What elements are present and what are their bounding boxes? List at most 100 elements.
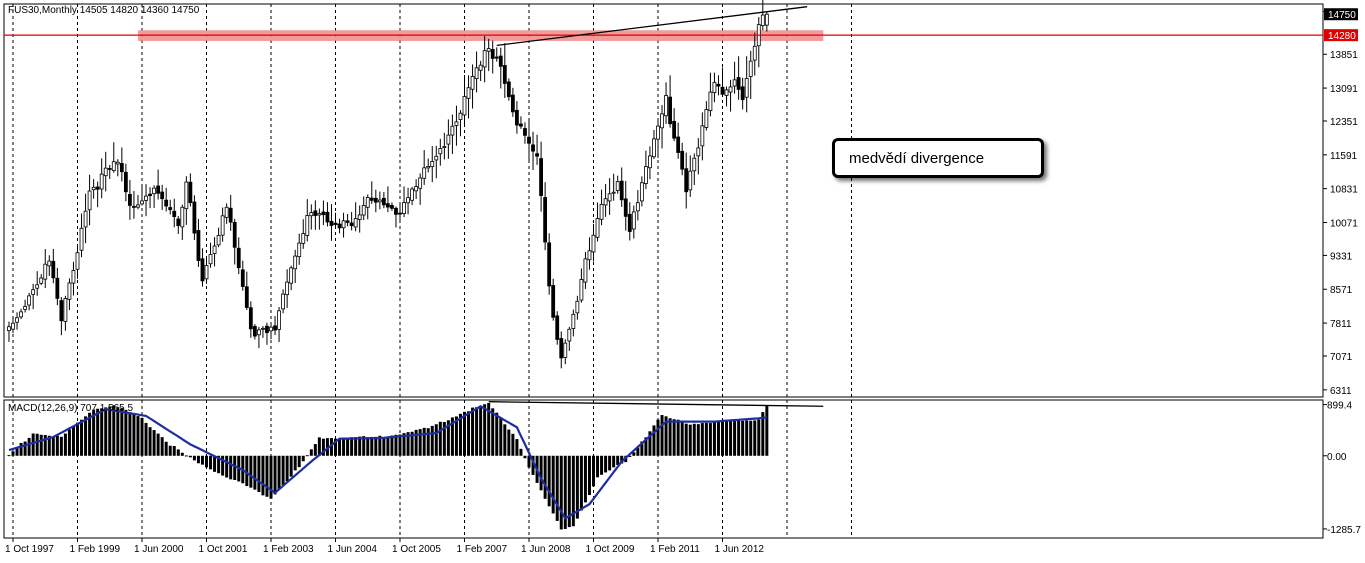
candle-body-bull	[365, 197, 370, 208]
time-label: 1 Jun 2004	[328, 544, 378, 555]
candle-body-bull	[309, 212, 314, 217]
candle-body-bear	[55, 277, 60, 299]
candle-body-bull	[611, 191, 616, 194]
candle-body-bull	[764, 13, 769, 26]
candle-body-bear	[313, 210, 318, 216]
candle-body-bull	[115, 161, 120, 165]
time-label: 1 Oct 2001	[199, 544, 248, 555]
candle-body-bull	[438, 148, 443, 155]
candle-body-bull	[297, 242, 302, 258]
candle-body-bull	[293, 255, 298, 270]
candle-body-bull	[277, 310, 281, 330]
candlesticks	[7, 0, 769, 369]
candle-body-bear	[156, 185, 161, 194]
candle-body-bull	[305, 215, 310, 236]
macd-histogram-bar	[547, 455, 551, 507]
macd-histogram-bar	[495, 412, 499, 456]
candle-body-bear	[337, 223, 342, 229]
macd-histogram-bar	[184, 455, 188, 457]
candle-body-bull	[692, 157, 697, 172]
macd-histogram-bar	[108, 406, 112, 456]
price-axis: 1481113851130911235111591108311007193318…	[1323, 8, 1358, 397]
macd-histogram-bar	[463, 411, 466, 456]
candle-body-bull	[656, 125, 660, 140]
candle-body-bear	[676, 136, 681, 153]
candle-body-bear	[736, 77, 741, 90]
macd-histogram-bar	[116, 407, 120, 456]
macd-histogram-bar	[19, 442, 23, 456]
candle-body-bear	[164, 199, 169, 207]
annotation-text: medvědí divergence	[849, 149, 985, 167]
macd-histogram-bar	[467, 411, 471, 456]
candle-body-bull	[635, 202, 640, 212]
candle-body-bear	[345, 220, 350, 223]
macd-histogram-bar	[96, 408, 100, 456]
candle-body-bear	[398, 212, 402, 215]
macd-histogram-bar	[680, 422, 684, 456]
candle-body-bull	[426, 166, 431, 169]
candle-body-bull	[732, 79, 737, 87]
candle-body-bear	[248, 307, 253, 330]
candle-body-bear	[680, 150, 685, 170]
candle-body-bull	[482, 50, 487, 68]
candle-body-bull	[103, 167, 108, 177]
vertical-gridlines	[12, 4, 852, 538]
candle-body-bull	[402, 202, 406, 215]
time-label: 1 Oct 1997	[5, 544, 54, 555]
macd-histogram-bar	[571, 455, 575, 527]
macd-histogram-bar	[313, 444, 317, 456]
candle-body-bear	[555, 315, 560, 340]
candle-body-bear	[668, 96, 672, 125]
macd-histogram-bar	[346, 438, 350, 456]
macd-histogram-bar	[592, 455, 595, 487]
price-tick-label: 13091	[1330, 84, 1358, 95]
macd-histogram-bar	[305, 455, 309, 457]
candle-body-bear	[59, 300, 64, 322]
macd-histogram-bar	[539, 455, 543, 491]
candle-body-bull	[434, 155, 439, 161]
macd-histogram-bar	[741, 420, 745, 456]
chart-window: 899.40.00-1285.7 14811138511309112351115…	[0, 0, 1365, 558]
candle-body-bull	[136, 204, 140, 208]
macd-histogram-bar	[616, 455, 620, 465]
price-tick-label: 6311	[1330, 386, 1352, 397]
candle-body-bull	[285, 281, 290, 296]
candle-body-bull	[583, 258, 588, 283]
macd-histogram-bar	[600, 455, 604, 475]
candle-body-bull	[204, 265, 209, 280]
candle-body-bull	[410, 188, 414, 201]
macd-histogram-bar	[430, 425, 434, 456]
candle-body-bull	[208, 254, 213, 265]
candle-body-bull	[15, 317, 19, 323]
candle-body-bull	[257, 329, 261, 336]
macd-histogram-bar	[523, 455, 527, 459]
candle-body-bull	[454, 121, 459, 126]
candle-body-bull	[466, 87, 471, 99]
candle-body-bull	[414, 186, 419, 192]
macd-histogram-bar	[338, 438, 342, 456]
macd-histogram-bar	[583, 455, 587, 503]
candle-body-bull	[664, 95, 668, 117]
candle-body-bear	[515, 109, 519, 126]
candle-body-bull	[422, 167, 427, 179]
macd-histogram-bar	[257, 455, 261, 493]
candle-body-bear	[329, 220, 334, 226]
price-chart[interactable]: 899.40.00-1285.7 14811138511309112351115…	[0, 0, 1365, 558]
candle-body-bear	[265, 325, 269, 334]
macd-histogram-bar	[67, 429, 71, 456]
macd-histogram-bar	[418, 429, 422, 456]
macd-histogram-bar	[491, 408, 495, 456]
macd-histogram-bar	[745, 420, 749, 456]
candle-body-bull	[418, 177, 423, 189]
candle-body-bull	[23, 306, 27, 310]
price-tick-label: 8571	[1330, 285, 1353, 296]
macd-histogram-bar	[700, 423, 704, 456]
candle-body-bear	[148, 193, 152, 197]
macd-histogram-bar	[309, 449, 313, 456]
candle-body-bear	[543, 197, 548, 243]
macd-histogram-bar	[765, 405, 769, 456]
candle-body-bear	[188, 181, 193, 204]
macd-histogram-bar	[55, 435, 59, 456]
time-label: 1 Feb 1999	[70, 544, 121, 555]
macd-histogram-bar	[676, 419, 680, 456]
